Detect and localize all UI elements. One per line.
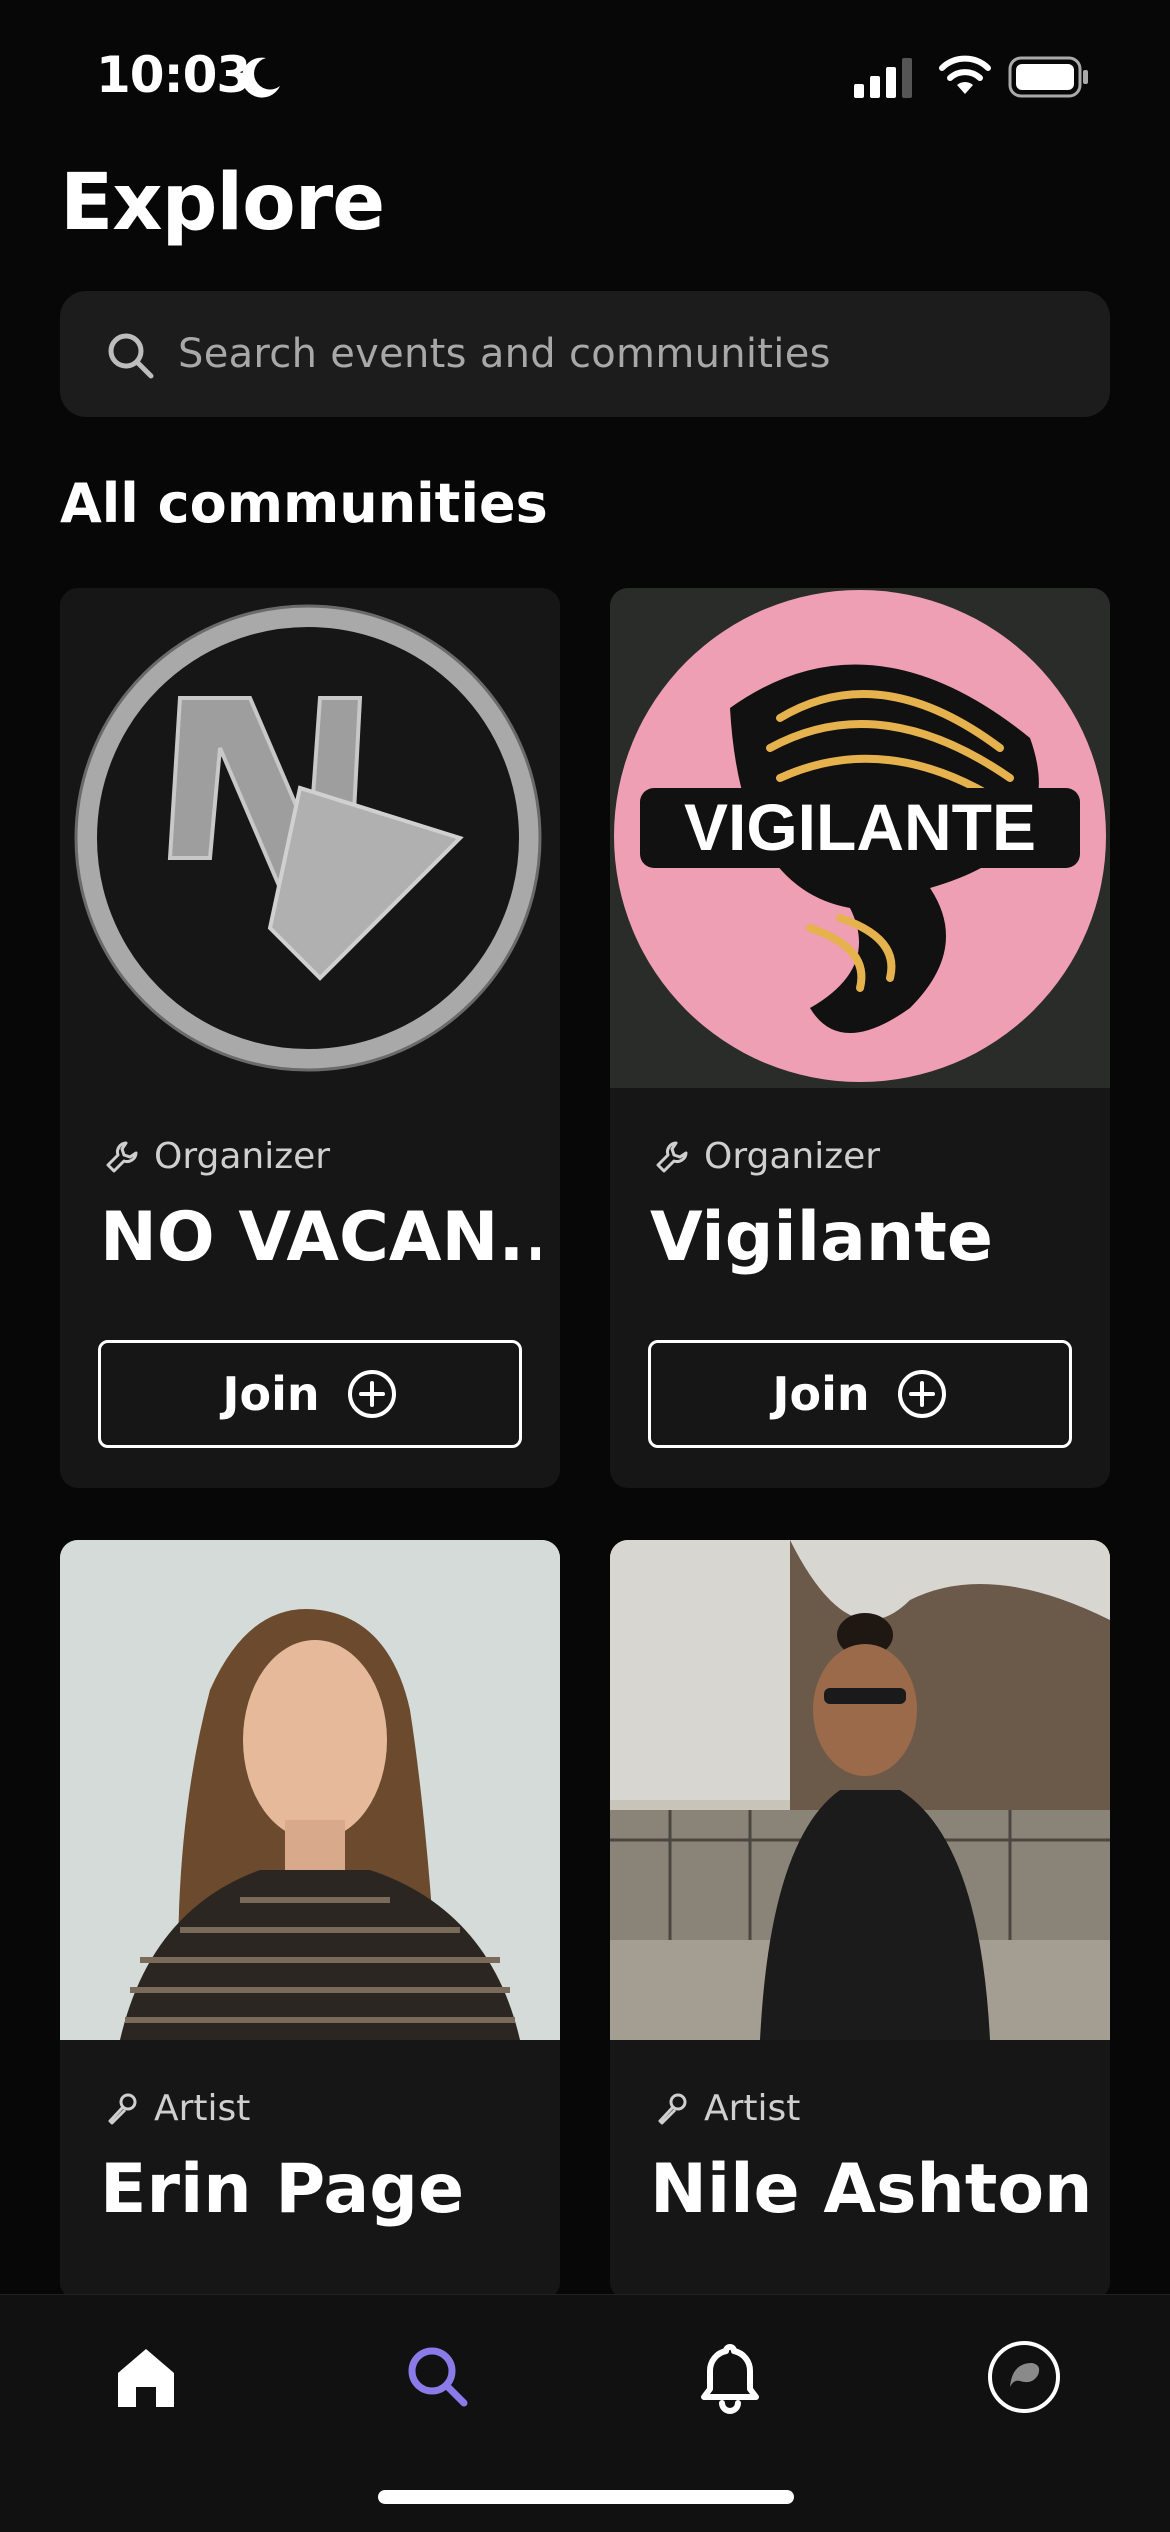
community-role: Organizer [654,1136,880,1177]
role-label: Artist [154,2088,251,2129]
community-role: Organizer [104,1136,330,1177]
role-label: Organizer [154,1136,331,1177]
artist-photo [60,1540,560,2040]
community-name: Nile Ashton [650,2150,1090,2229]
community-card[interactable]: Artist Erin Page [60,1540,560,2300]
join-label: Join [772,1367,870,1421]
wrench-icon [106,1141,138,1172]
search-icon[interactable] [398,2337,478,2417]
cellular-signal-icon [854,58,912,98]
join-label: Join [222,1367,320,1421]
wifi-icon [939,55,991,94]
join-button[interactable]: Join [648,1340,1072,1448]
community-card[interactable]: Organizer NO VACAN... Join [60,588,560,1488]
moon-icon [241,57,280,98]
artist-photo [610,1540,1110,2040]
home-icon[interactable] [106,2337,186,2417]
wrench-icon [656,1141,688,1172]
profile-icon[interactable] [984,2337,1064,2417]
battery-icon [1008,56,1088,98]
role-label: Organizer [704,1136,881,1177]
bell-icon[interactable] [690,2337,770,2417]
status-time: 10:03 [96,46,251,104]
page-title: Explore [60,158,385,248]
plus-circle-icon [897,1370,946,1418]
community-card[interactable]: VIGILANTE Organizer Vigilante Join [610,588,1110,1488]
community-name: NO VACAN... [100,1198,540,1277]
community-name: Erin Page [100,2150,465,2229]
explore-screen: 10:03 Explore Search events and communit… [0,0,1170,2532]
community-card[interactable]: Artist Nile Ashton [610,1540,1110,2300]
vigilante-logo-text: VIGILANTE [684,790,1036,864]
community-role: Artist [654,2088,800,2129]
community-name: Vigilante [650,1198,993,1277]
search-placeholder: Search events and communities [178,331,831,377]
microphone-icon [658,2093,687,2124]
section-title: All communities [60,472,548,535]
microphone-icon [108,2093,137,2124]
home-indicator [378,2490,794,2504]
community-role: Artist [104,2088,250,2129]
join-button[interactable]: Join [98,1340,522,1448]
community-logo: VIGILANTE [610,588,1110,1088]
search-input[interactable]: Search events and communities [60,291,1110,417]
search-icon [108,333,154,379]
community-logo [60,588,560,1088]
role-label: Artist [704,2088,801,2129]
plus-circle-icon [347,1370,396,1418]
status-bar: 10:03 [0,0,1170,150]
